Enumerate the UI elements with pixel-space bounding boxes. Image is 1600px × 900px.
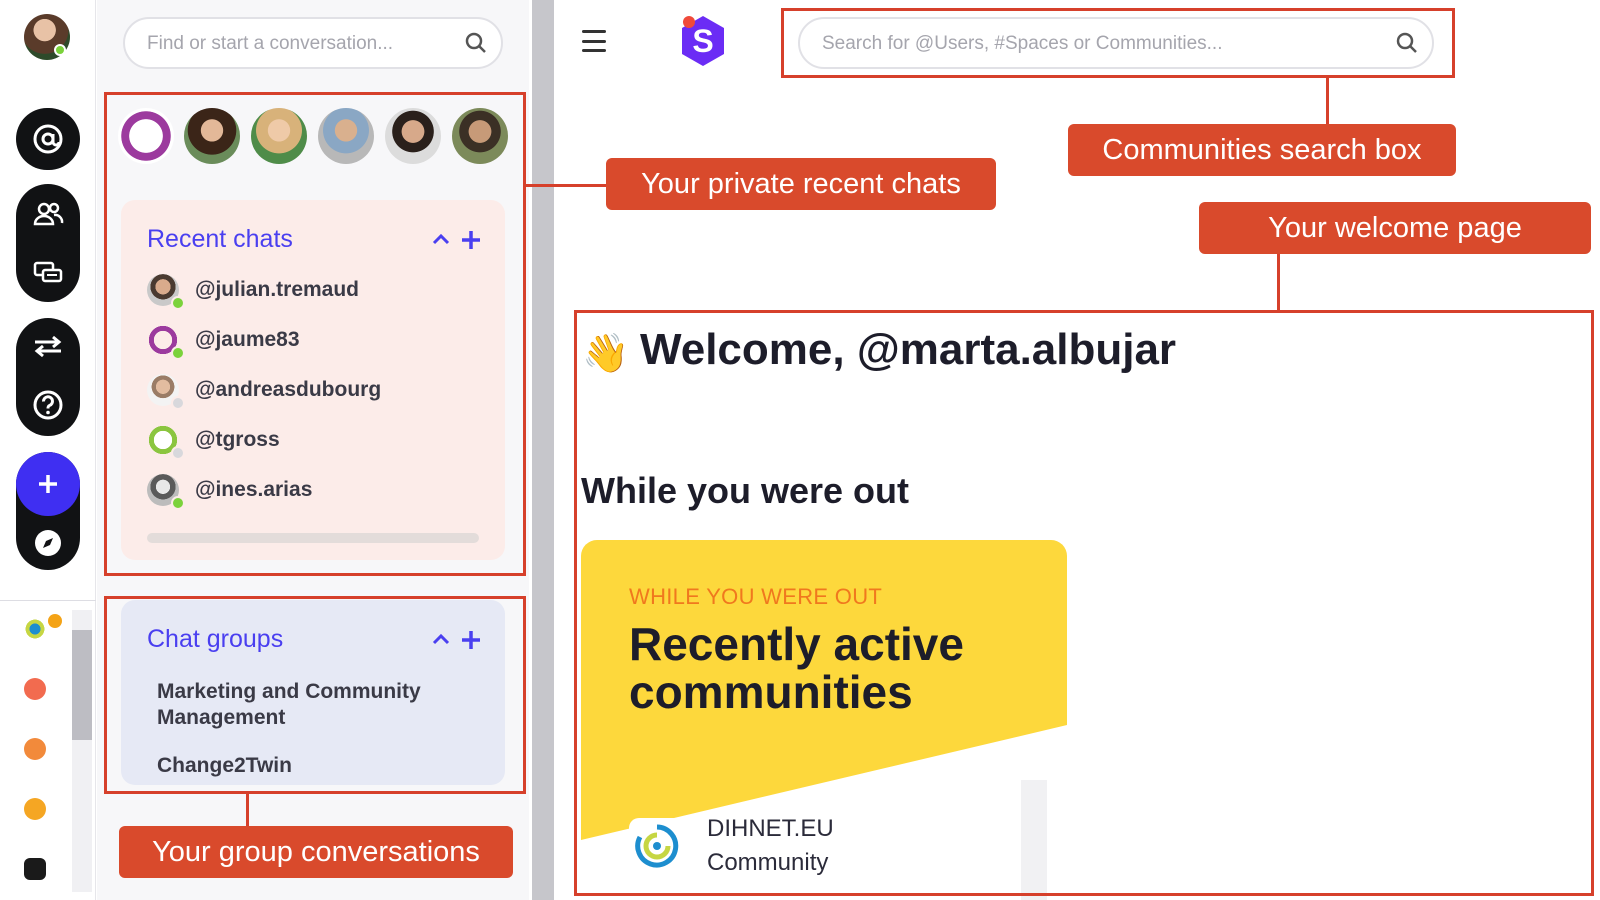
menu-button[interactable] xyxy=(582,30,606,52)
hamburger-icon-bar xyxy=(582,30,606,33)
conversation-search-placeholder: Find or start a conversation... xyxy=(147,33,394,54)
community-list-scroll-thumb[interactable] xyxy=(72,630,92,740)
recent-chats-connector xyxy=(526,184,606,187)
hamburger-icon-bar xyxy=(582,49,606,52)
recent-chats-highlight xyxy=(104,92,526,576)
chat-bubbles-icon[interactable] xyxy=(32,259,64,287)
mentions-button[interactable] xyxy=(16,108,80,170)
panel-scrollbar[interactable] xyxy=(532,0,554,900)
help-icon[interactable] xyxy=(32,389,64,421)
plus-icon xyxy=(39,475,57,493)
conversation-search-input[interactable]: Find or start a conversation... xyxy=(123,17,503,69)
explore-button[interactable] xyxy=(34,529,62,557)
search-icon[interactable] xyxy=(465,32,487,54)
switch-help-group xyxy=(16,318,80,436)
create-button[interactable] xyxy=(16,452,80,516)
group-conversations-connector xyxy=(246,794,249,826)
people-chats-group xyxy=(16,184,80,302)
search-box-highlight xyxy=(781,8,1455,78)
hamburger-icon-bar xyxy=(582,39,606,43)
my-status-dot xyxy=(54,44,66,56)
search-box-callout: Communities search box xyxy=(1068,124,1456,176)
welcome-page-highlight xyxy=(574,310,1594,896)
people-icon[interactable] xyxy=(32,200,64,228)
switch-arrows-icon[interactable] xyxy=(31,334,65,358)
community-notification-dot xyxy=(48,614,62,628)
community-icon-dihnet[interactable] xyxy=(24,618,46,640)
compass-icon xyxy=(35,530,61,556)
app-logo-icon[interactable]: S xyxy=(679,14,727,68)
group-conversations-highlight xyxy=(104,596,526,794)
community-icon-2[interactable] xyxy=(24,678,46,700)
svg-text:S: S xyxy=(692,23,713,59)
group-conversations-callout: Your group conversations xyxy=(119,826,513,878)
welcome-page-callout: Your welcome page xyxy=(1199,202,1591,254)
rail-divider xyxy=(0,600,96,601)
at-icon xyxy=(33,124,63,154)
recent-chats-callout: Your private recent chats xyxy=(606,158,996,210)
community-icon-5[interactable] xyxy=(24,858,46,880)
community-icon-4[interactable] xyxy=(24,798,46,820)
search-box-connector xyxy=(1326,78,1329,124)
welcome-page-connector xyxy=(1277,254,1280,310)
community-icon-3[interactable] xyxy=(24,738,46,760)
